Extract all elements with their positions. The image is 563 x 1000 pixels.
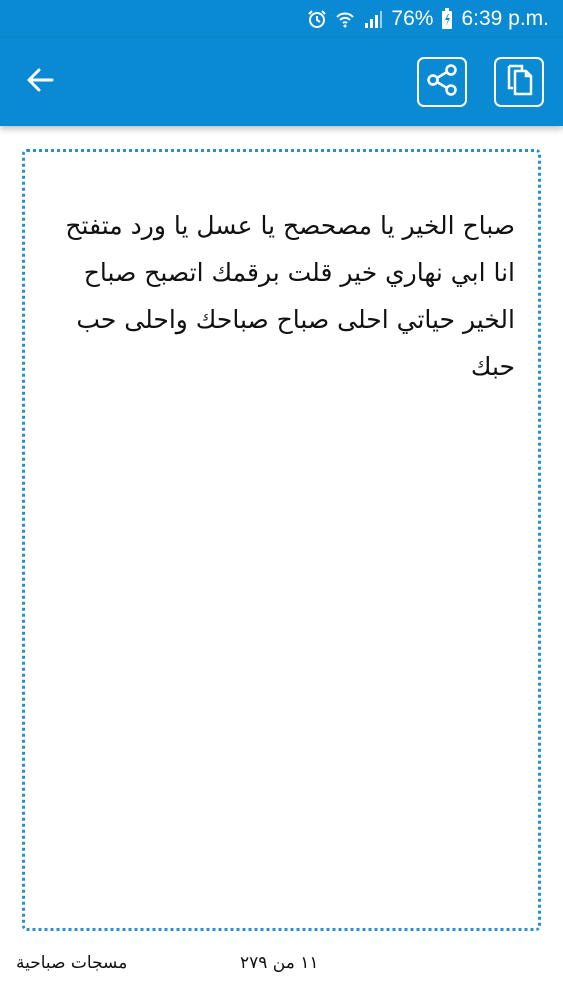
share-button[interactable]: [417, 57, 467, 107]
battery-percent: 76%: [391, 7, 434, 30]
status-bar: 76% 6:39 p.m.: [0, 0, 563, 38]
arrow-left-icon: [25, 65, 55, 99]
wifi-icon: [335, 9, 355, 29]
message-text: صباح الخير يا مصحصح يا عسل يا ورد متفتح …: [65, 211, 515, 381]
message-counter: ١١ من ٢٧٩: [240, 953, 319, 973]
category-label: مسجات صباحية: [16, 953, 128, 973]
app-bar: [0, 38, 563, 126]
message-card: صباح الخير يا مصحصح يا عسل يا ورد متفتح …: [22, 149, 541, 931]
battery-icon: [441, 8, 453, 30]
alarm-icon: [307, 9, 327, 29]
status-time: 6:39 p.m.: [461, 7, 549, 30]
back-button[interactable]: [18, 60, 62, 104]
share-icon: [425, 63, 459, 101]
copy-icon: [503, 63, 535, 101]
copy-button[interactable]: [494, 57, 544, 107]
signal-icon: [363, 9, 383, 29]
